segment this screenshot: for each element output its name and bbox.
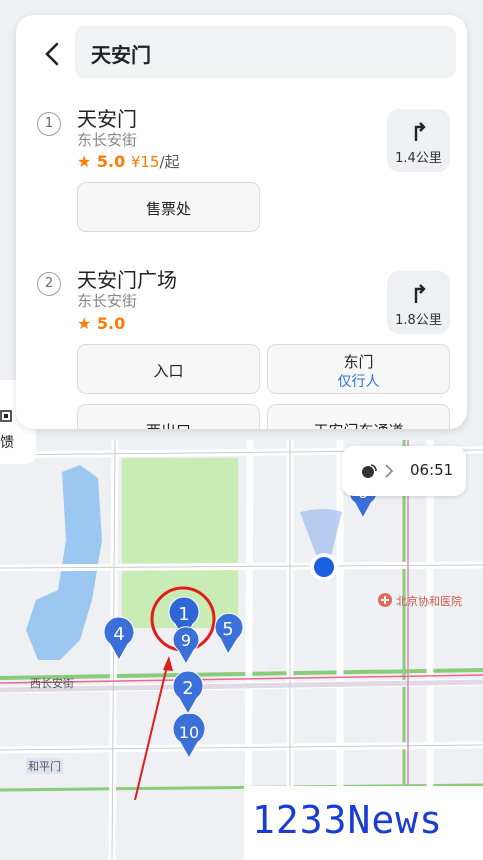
search-query: 天安门 <box>91 43 151 67</box>
route-distance: 1.8公里 <box>395 313 442 328</box>
star-icon: ★ <box>77 314 92 333</box>
svg-text:4: 4 <box>113 624 124 645</box>
watermark-text: 1233News <box>252 798 444 842</box>
search-input[interactable]: 天安门 <box>75 26 456 78</box>
chevron-right-icon <box>385 464 394 478</box>
search-row: 天安门 <box>16 15 467 91</box>
result-index: 1 <box>37 112 61 136</box>
chip-ticket-office[interactable]: 售票处 <box>77 182 260 232</box>
star-icon: ★ <box>77 152 92 171</box>
marker-label: 1 <box>178 604 189 625</box>
back-icon[interactable] <box>38 39 68 69</box>
result-rating: ★ 5.0 ¥15/起 <box>77 152 180 171</box>
map-marker-9[interactable]: 9 <box>171 624 201 670</box>
svg-text:5: 5 <box>222 619 233 640</box>
watermark: 1233News <box>244 786 483 860</box>
turn-right-icon <box>414 122 426 141</box>
map-marker-10[interactable]: 10 <box>171 712 207 764</box>
turn-right-icon <box>414 284 426 303</box>
svg-text:10: 10 <box>179 723 199 742</box>
chip-east-gate[interactable]: 东门 仅行人 <box>267 344 450 394</box>
result-index: 2 <box>37 272 61 296</box>
result-price-unit: /起 <box>159 153 180 171</box>
result-title: 天安门 <box>77 107 137 131</box>
result-rating: ★ 5.0 <box>77 314 126 333</box>
svg-text:2: 2 <box>182 678 193 699</box>
route-button[interactable]: 1.8公里 <box>387 271 450 334</box>
map-label-hospital: 北京协和医院 <box>396 595 462 608</box>
map-marker-5[interactable]: 5 <box>208 610 254 660</box>
search-results-panel: 天安门 1 天安门 东长安街 ★ 5.0 ¥15/起 1.4公里 售票处 2 天… <box>16 15 467 429</box>
route-distance: 1.4公里 <box>395 151 442 166</box>
result-address: 东长安街 <box>77 292 138 310</box>
chip-west-exit[interactable]: 西出口 <box>77 404 260 429</box>
feedback-icon <box>0 410 12 422</box>
map-label-heping: 和平门 <box>26 758 63 774</box>
chip-entrance[interactable]: 入口 <box>77 344 260 394</box>
map-label-xichangan: 西长安街 <box>30 677 74 690</box>
feedback-label: 馈 <box>0 435 14 451</box>
result-item-2[interactable]: 2 天安门广场 东长安街 ★ 5.0 1.8公里 入口 东门 仅行人 西出口 天… <box>16 260 467 429</box>
result-address: 东长安街 <box>77 131 138 149</box>
result-price: ¥15 <box>130 153 160 171</box>
satellite-icon <box>362 464 377 478</box>
svg-text:9: 9 <box>181 631 191 650</box>
result-title: 天安门广场 <box>77 268 177 292</box>
time-label: 06:51 <box>410 461 454 479</box>
chip-east-passage[interactable]: 天安门东通道 <box>267 404 450 429</box>
result-item-1[interactable]: 1 天安门 东长安街 ★ 5.0 ¥15/起 1.4公里 售票处 <box>16 100 467 260</box>
route-button[interactable]: 1.4公里 <box>387 109 450 172</box>
map-marker-2[interactable]: 2 <box>171 670 205 720</box>
time-card[interactable]: 06:51 <box>342 446 466 496</box>
map-marker-4[interactable]: 4 <box>102 616 136 666</box>
